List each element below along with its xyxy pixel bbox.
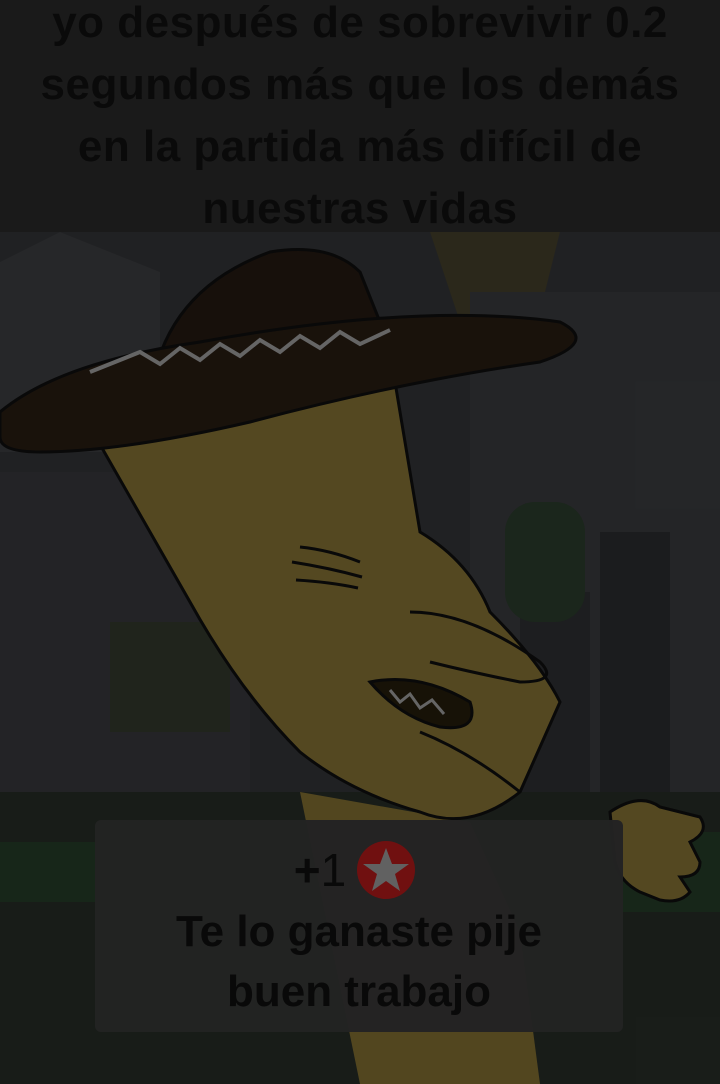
plus-sign: +: [293, 844, 321, 896]
reward-card: +1 Te lo ganaste pije buen trabajo: [95, 820, 623, 1032]
reward-message-line-1: Te lo ganaste pije: [176, 907, 542, 956]
star-icon: [357, 841, 416, 899]
caption-line-4: nuestras vidas: [202, 184, 518, 232]
meme-caption: yo después de sobrevivir 0.2 segundos má…: [0, 0, 720, 232]
background-tree: [505, 502, 585, 622]
reward-amount: +1: [294, 840, 346, 900]
reward-row: +1: [95, 840, 623, 900]
caption-line-1: yo después de sobrevivir 0.2: [52, 0, 668, 47]
caption-line-2: segundos más que los demás: [40, 60, 680, 109]
reward-message-line-2: buen trabajo: [226, 967, 492, 1016]
background-pillar: [600, 532, 670, 832]
reward-value: 1: [320, 844, 347, 896]
caption-line-3: en la partida más difícil de: [77, 122, 643, 171]
